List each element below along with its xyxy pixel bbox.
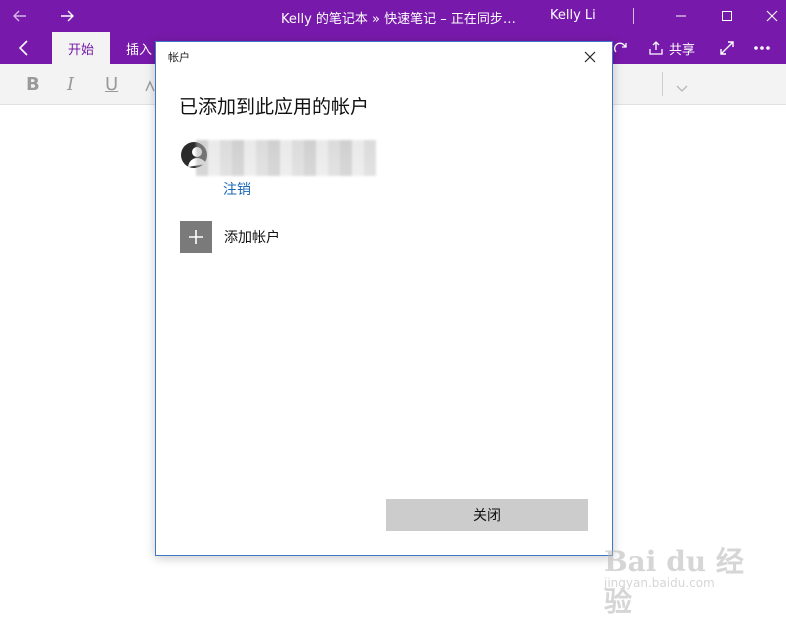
add-account-button[interactable]: 添加帐户	[180, 221, 280, 253]
signout-link[interactable]: 注销	[223, 179, 251, 199]
chevron-left-icon[interactable]	[10, 32, 38, 64]
window-title: Kelly 的笔记本 » 快速笔记 – 正在同步…	[281, 12, 516, 27]
title-bar: Kelly 的笔记本 » 快速笔记 – 正在同步… Kelly Li	[0, 0, 786, 32]
close-icon[interactable]	[756, 0, 786, 32]
fullscreen-icon[interactable]	[714, 32, 740, 64]
add-icon	[180, 221, 212, 253]
minimize-icon[interactable]	[665, 0, 697, 32]
share-icon	[649, 41, 663, 55]
italic-button[interactable]: I	[67, 74, 74, 95]
back-arrow-icon[interactable]	[6, 0, 34, 32]
close-button[interactable]: 关闭	[386, 499, 588, 531]
toolbar-separator	[662, 72, 663, 96]
tab-insert[interactable]: 插入	[126, 32, 152, 64]
share-button[interactable]: 共享	[648, 32, 700, 64]
add-account-label: 添加帐户	[224, 230, 280, 246]
titlebar-separator	[633, 8, 634, 24]
share-label: 共享	[669, 42, 696, 58]
accounts-dialog: 帐户 已添加到此应用的帐户 注销 添加帐户 关闭	[155, 41, 613, 556]
more-options-icon[interactable]	[748, 32, 776, 64]
redo-icon[interactable]	[610, 32, 632, 64]
forward-arrow-icon[interactable]	[53, 0, 81, 32]
dialog-close-icon[interactable]	[576, 46, 604, 68]
dialog-heading: 已添加到此应用的帐户	[179, 96, 370, 118]
watermark-sub: jingyan.baidu.com	[604, 576, 715, 590]
bold-button[interactable]: B	[26, 74, 40, 95]
baidu-watermark-logo: Bai du 经验 jingyan.baidu.com	[600, 538, 750, 618]
chevron-down-icon[interactable]	[676, 78, 688, 97]
account-email-redacted	[196, 140, 376, 176]
tab-home[interactable]: 开始	[52, 32, 110, 64]
dialog-title: 帐户	[168, 51, 190, 64]
underline-button[interactable]: U	[105, 74, 118, 95]
user-name[interactable]: Kelly Li	[550, 8, 596, 23]
maximize-icon[interactable]	[711, 0, 743, 32]
